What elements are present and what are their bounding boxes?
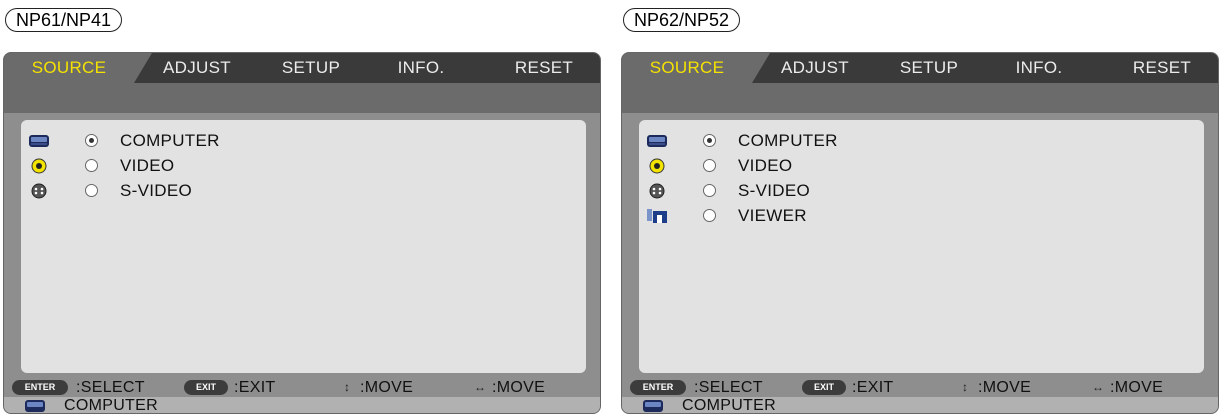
source-item-s-video[interactable]: S-VIDEO bbox=[21, 179, 586, 203]
menu-panel-np61-np41: NP61/NP41 SOURCE ADJUST SETUP INFO. RESE… bbox=[3, 8, 601, 414]
source-label: COMPUTER bbox=[738, 131, 838, 150]
tab-bar: SOURCE ADJUST SETUP INFO. RESET bbox=[622, 53, 1218, 83]
viewer-icon bbox=[647, 209, 667, 223]
exit-key-badge: EXIT bbox=[184, 380, 228, 395]
onscreen-menu: SOURCE ADJUST SETUP INFO. RESET COMPUTER bbox=[621, 52, 1219, 414]
exit-key-badge: EXIT bbox=[802, 380, 846, 395]
video-icon bbox=[31, 158, 47, 174]
s-video-icon bbox=[31, 183, 47, 199]
s-video-icon bbox=[649, 183, 665, 199]
source-label: S-VIDEO bbox=[120, 181, 193, 200]
tab-info[interactable]: INFO. bbox=[994, 53, 1084, 83]
source-label: S-VIDEO bbox=[738, 181, 811, 200]
radio-viewer[interactable] bbox=[703, 209, 716, 222]
source-item-s-video[interactable]: S-VIDEO bbox=[639, 179, 1204, 203]
model-label: NP62/NP52 bbox=[623, 8, 741, 32]
updown-arrow-icon: ↕ bbox=[962, 380, 968, 394]
tab-source[interactable]: SOURCE bbox=[4, 53, 152, 83]
tab-source[interactable]: SOURCE bbox=[622, 53, 770, 83]
computer-icon bbox=[25, 400, 45, 412]
help-bar: ENTER :SELECT EXIT :EXIT ↕ :MOVE ↔ :MOVE bbox=[4, 378, 600, 397]
source-item-viewer[interactable]: VIEWER bbox=[639, 204, 1204, 228]
model-label: NP61/NP41 bbox=[5, 8, 123, 32]
tab-adjust[interactable]: ADJUST bbox=[152, 53, 242, 83]
radio-s-video[interactable] bbox=[703, 184, 716, 197]
help-select: :SELECT bbox=[76, 379, 145, 396]
tab-bar: SOURCE ADJUST SETUP INFO. RESET bbox=[4, 53, 600, 83]
updown-arrow-icon: ↕ bbox=[344, 380, 350, 394]
help-select: :SELECT bbox=[694, 379, 763, 396]
tab-reset[interactable]: RESET bbox=[1112, 53, 1212, 83]
source-item-computer[interactable]: COMPUTER bbox=[639, 129, 1204, 153]
enter-key-badge: ENTER bbox=[12, 380, 68, 395]
leftright-arrow-icon: ↔ bbox=[1092, 380, 1104, 394]
tab-underband bbox=[622, 83, 1218, 113]
status-bar: COMPUTER bbox=[4, 397, 600, 414]
computer-icon bbox=[647, 135, 667, 147]
help-move-vertical: :MOVE bbox=[360, 379, 414, 396]
help-move-horizontal: :MOVE bbox=[1110, 379, 1164, 396]
help-move-horizontal: :MOVE bbox=[492, 379, 546, 396]
radio-video[interactable] bbox=[703, 159, 716, 172]
video-icon bbox=[649, 158, 665, 174]
computer-icon bbox=[643, 400, 663, 412]
current-source-label: COMPUTER bbox=[64, 397, 158, 414]
source-item-computer[interactable]: COMPUTER bbox=[21, 129, 586, 153]
source-item-video[interactable]: VIDEO bbox=[639, 154, 1204, 178]
source-item-video[interactable]: VIDEO bbox=[21, 154, 586, 178]
help-exit: :EXIT bbox=[234, 379, 276, 396]
tab-underband bbox=[4, 83, 600, 113]
source-label: COMPUTER bbox=[120, 131, 220, 150]
computer-icon bbox=[29, 135, 49, 147]
tab-reset[interactable]: RESET bbox=[494, 53, 594, 83]
source-label: VIEWER bbox=[738, 206, 807, 225]
current-source-label: COMPUTER bbox=[682, 397, 776, 414]
enter-key-badge: ENTER bbox=[630, 380, 686, 395]
help-exit: :EXIT bbox=[852, 379, 894, 396]
tab-info[interactable]: INFO. bbox=[376, 53, 466, 83]
radio-video[interactable] bbox=[85, 159, 98, 172]
help-bar: ENTER :SELECT EXIT :EXIT ↕ :MOVE ↔ :MOVE bbox=[622, 378, 1218, 397]
radio-computer[interactable] bbox=[85, 134, 98, 147]
help-move-vertical: :MOVE bbox=[978, 379, 1032, 396]
status-bar: COMPUTER bbox=[622, 397, 1218, 414]
tab-setup[interactable]: SETUP bbox=[266, 53, 356, 83]
source-label: VIDEO bbox=[120, 156, 175, 175]
source-list: COMPUTER VIDEO S-VIDEO bbox=[639, 120, 1204, 373]
tab-setup[interactable]: SETUP bbox=[884, 53, 974, 83]
radio-computer[interactable] bbox=[703, 134, 716, 147]
source-label: VIDEO bbox=[738, 156, 793, 175]
onscreen-menu: SOURCE ADJUST SETUP INFO. RESET COMPUTER bbox=[3, 52, 601, 414]
tab-adjust[interactable]: ADJUST bbox=[770, 53, 860, 83]
radio-s-video[interactable] bbox=[85, 184, 98, 197]
menu-panel-np62-np52: NP62/NP52 SOURCE ADJUST SETUP INFO. RESE… bbox=[621, 8, 1219, 414]
source-list: COMPUTER VIDEO S-VIDEO bbox=[21, 120, 586, 373]
leftright-arrow-icon: ↔ bbox=[474, 380, 486, 394]
